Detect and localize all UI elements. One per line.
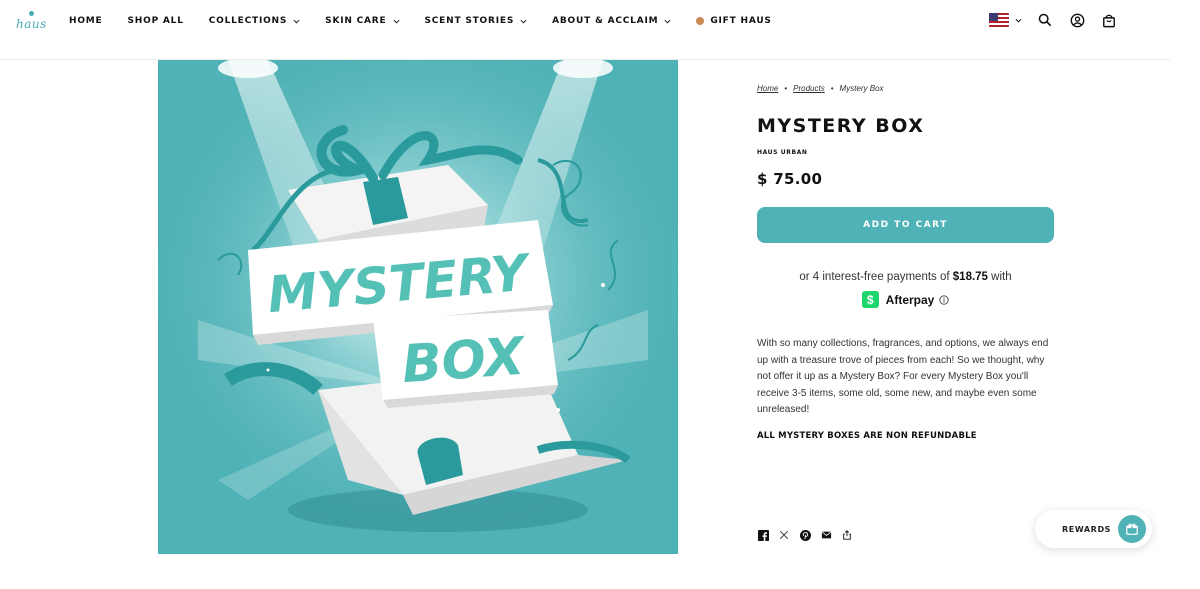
mystery-box-illustration: MYSTERY BOX <box>158 60 678 554</box>
info-icon[interactable] <box>939 294 949 305</box>
breadcrumb: Home • Products • Mystery Box <box>757 84 1057 93</box>
product-description: With so many collections, fragrances, an… <box>757 338 1049 415</box>
nav-scent-stories-label: SCENT STORIES <box>424 16 515 26</box>
nav-collections-label: COLLECTIONS <box>208 16 288 26</box>
nav-skin-care[interactable]: SKIN CARE <box>325 16 399 26</box>
afterpay-prefix: or 4 interest-free payments of <box>799 271 950 283</box>
site-header: haus HOME SHOP ALL COLLECTIONS SKIN CARE… <box>0 0 1170 60</box>
share-icon[interactable] <box>841 529 853 541</box>
us-flag-icon[interactable] <box>989 13 1009 27</box>
breadcrumb-products[interactable]: Products <box>793 84 825 93</box>
header-actions <box>989 11 1118 29</box>
product-details: Home • Products • Mystery Box MYSTERY BO… <box>757 60 1057 441</box>
nav-scent-stories[interactable]: SCENT STORIES <box>425 16 528 26</box>
nav-collections[interactable]: COLLECTIONS <box>209 16 300 26</box>
gift-icon <box>696 17 705 25</box>
email-icon[interactable] <box>820 529 832 541</box>
rewards-launcher[interactable]: REWARDS <box>1035 510 1152 548</box>
breadcrumb-separator: • <box>784 84 788 93</box>
haus-logo[interactable]: haus <box>16 11 46 33</box>
nav-home-label: HOME <box>69 16 103 26</box>
nav-shop-all[interactable]: SHOP ALL <box>128 16 184 26</box>
nav-about-acclaim[interactable]: ABOUT & ACCLAIM <box>552 16 671 26</box>
chevron-down-icon <box>393 19 399 23</box>
product-vendor: HAUS URBAN <box>757 149 808 156</box>
image-text-box: BOX <box>400 327 529 396</box>
non-refundable-notice: ALL MYSTERY BOXES ARE NON REFUNDABLE <box>757 430 977 441</box>
product-image[interactable]: MYSTERY BOX <box>158 60 678 554</box>
breadcrumb-home[interactable]: Home <box>757 84 778 93</box>
main-nav: HOME SHOP ALL COLLECTIONS SKIN CARE SCEN… <box>69 14 797 28</box>
afterpay-amount: $18.75 <box>952 271 988 283</box>
product-price: $ 75.00 <box>757 170 823 188</box>
logo-text: haus <box>16 17 47 31</box>
chevron-down-icon[interactable] <box>1015 17 1022 24</box>
afterpay-brand: Afterpay <box>885 292 935 307</box>
facebook-icon[interactable] <box>757 529 769 541</box>
nav-home[interactable]: HOME <box>69 16 103 26</box>
share-links <box>757 529 862 541</box>
rewards-label: REWARDS <box>1062 524 1112 534</box>
nav-gift-haus-label: GIFT HAUS <box>710 16 772 26</box>
x-icon[interactable] <box>778 529 790 541</box>
search-icon[interactable] <box>1036 11 1054 29</box>
add-to-cart-button[interactable]: ADD TO CART <box>757 207 1054 243</box>
pinterest-icon[interactable] <box>799 529 811 541</box>
gift-box-icon <box>1118 515 1146 543</box>
afterpay-message: or 4 interest-free payments of $18.75 wi… <box>757 271 1054 308</box>
nav-shop-all-label: SHOP ALL <box>127 16 184 26</box>
nav-gift-haus[interactable]: GIFT HAUS <box>696 16 771 26</box>
afterpay-suffix: with <box>991 271 1012 283</box>
breadcrumb-current: Mystery Box <box>839 84 884 93</box>
chevron-down-icon <box>520 19 527 23</box>
account-icon[interactable] <box>1068 11 1086 29</box>
nav-skin-care-label: SKIN CARE <box>325 16 387 26</box>
chevron-down-icon <box>293 19 300 23</box>
nav-about-acclaim-label: ABOUT & ACCLAIM <box>552 16 659 26</box>
chevron-down-icon <box>664 19 671 23</box>
breadcrumb-separator: • <box>830 84 834 93</box>
afterpay-logo-icon: $ <box>861 291 879 308</box>
afterpay-brand-row[interactable]: $ Afterpay <box>757 291 1054 308</box>
product-title: MYSTERY BOX <box>757 115 925 137</box>
logo-dot <box>29 11 34 16</box>
cart-icon[interactable] <box>1100 11 1118 29</box>
